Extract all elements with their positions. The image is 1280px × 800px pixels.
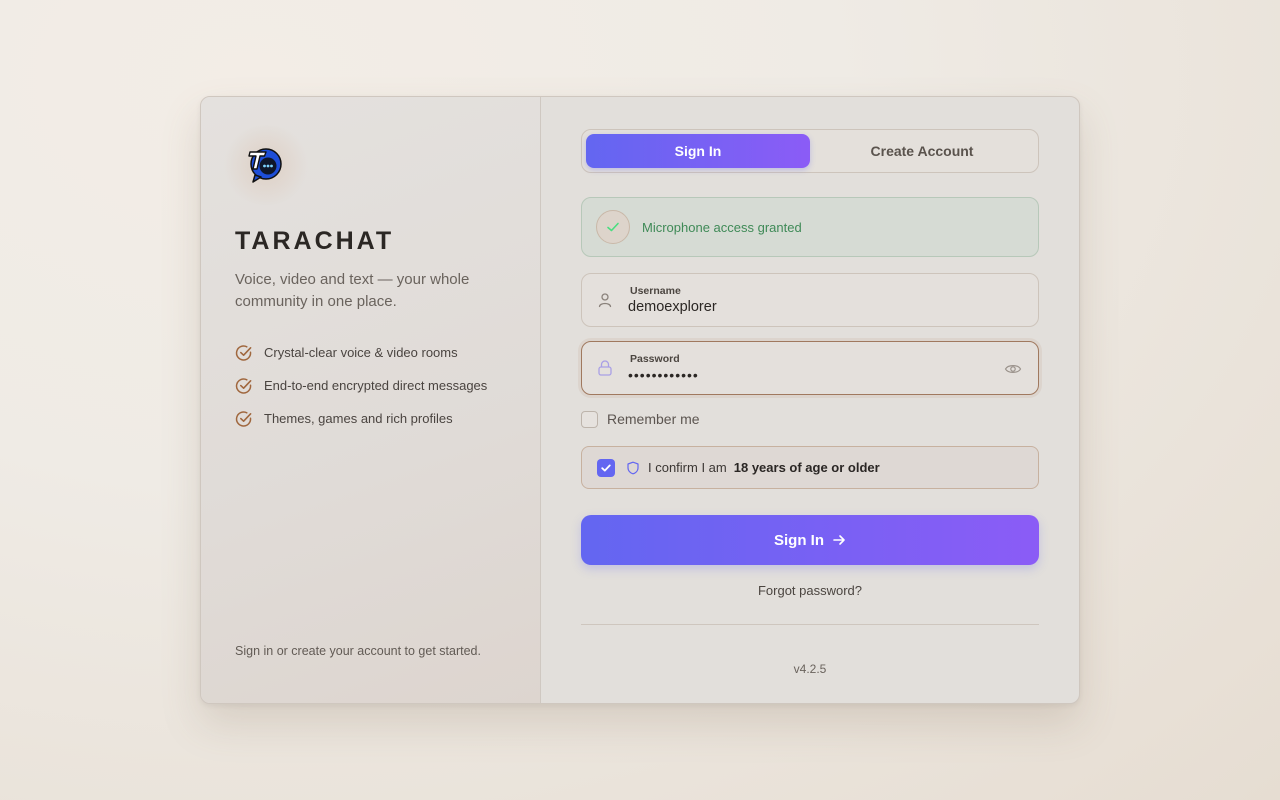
age-confirm-text: I confirm I am bbox=[648, 460, 727, 475]
auth-tabs: Sign In Create Account bbox=[581, 129, 1039, 173]
feature-item: End-to-end encrypted direct messages bbox=[235, 376, 505, 395]
tab-sign-in[interactable]: Sign In bbox=[586, 134, 810, 168]
auth-panel: Sign In Create Account Microphone access… bbox=[541, 97, 1079, 703]
age-confirm-emphasis: 18 years of age or older bbox=[733, 460, 880, 475]
mic-status-badge bbox=[596, 210, 630, 244]
feature-label: End-to-end encrypted direct messages bbox=[264, 378, 488, 393]
feature-item: Themes, games and rich profiles bbox=[235, 409, 505, 428]
tab-create-account[interactable]: Create Account bbox=[810, 134, 1034, 168]
divider bbox=[581, 624, 1039, 625]
password-label: Password bbox=[630, 353, 680, 365]
check-circle-icon bbox=[235, 411, 252, 427]
chat-bubble-logo-icon bbox=[245, 145, 285, 185]
feature-item: Crystal-clear voice & video rooms bbox=[235, 343, 505, 362]
brand-name: TARACHAT bbox=[235, 227, 395, 255]
age-confirm-checkbox[interactable] bbox=[597, 458, 615, 477]
remember-me[interactable]: Remember me bbox=[581, 409, 700, 429]
feature-label: Crystal-clear voice & video rooms bbox=[264, 345, 458, 360]
remember-me-label: Remember me bbox=[607, 411, 700, 427]
username-field[interactable]: Username demoexplorer bbox=[581, 273, 1039, 327]
lock-icon bbox=[598, 360, 612, 376]
sign-in-button[interactable]: Sign In bbox=[581, 515, 1039, 565]
microphone-status-banner: Microphone access granted bbox=[581, 197, 1039, 257]
checkmark-icon bbox=[601, 464, 611, 471]
mic-status-text: Microphone access granted bbox=[642, 219, 802, 235]
age-confirmation[interactable]: I confirm I am 18 years of age or older bbox=[581, 446, 1039, 489]
remember-me-checkbox[interactable] bbox=[581, 410, 598, 428]
version-label: v4.2.5 bbox=[793, 662, 827, 676]
shield-icon bbox=[627, 461, 639, 474]
brand-tagline: Voice, video and text — your whole commu… bbox=[235, 271, 470, 310]
username-label: Username bbox=[630, 285, 681, 297]
user-icon bbox=[598, 293, 612, 308]
footnote: Sign in or create your account to get st… bbox=[235, 644, 481, 658]
feature-list: Crystal-clear voice & video rooms End-to… bbox=[235, 343, 505, 442]
password-input[interactable]: •••••••••••• bbox=[628, 367, 988, 383]
check-icon bbox=[607, 222, 619, 232]
check-circle-icon bbox=[235, 345, 252, 361]
check-circle-icon bbox=[235, 378, 252, 394]
arrow-right-icon bbox=[833, 535, 845, 545]
login-card: TARACHAT Voice, video and text — your wh… bbox=[200, 96, 1080, 704]
username-input[interactable]: demoexplorer bbox=[628, 299, 988, 315]
feature-label: Themes, games and rich profiles bbox=[264, 411, 453, 426]
eye-icon[interactable] bbox=[1004, 360, 1022, 378]
sign-in-button-label: Sign In bbox=[774, 531, 824, 549]
brand-panel: TARACHAT Voice, video and text — your wh… bbox=[201, 97, 541, 703]
forgot-password-link[interactable]: Forgot password? bbox=[581, 583, 1039, 598]
password-field[interactable]: Password •••••••••••• bbox=[581, 341, 1039, 395]
